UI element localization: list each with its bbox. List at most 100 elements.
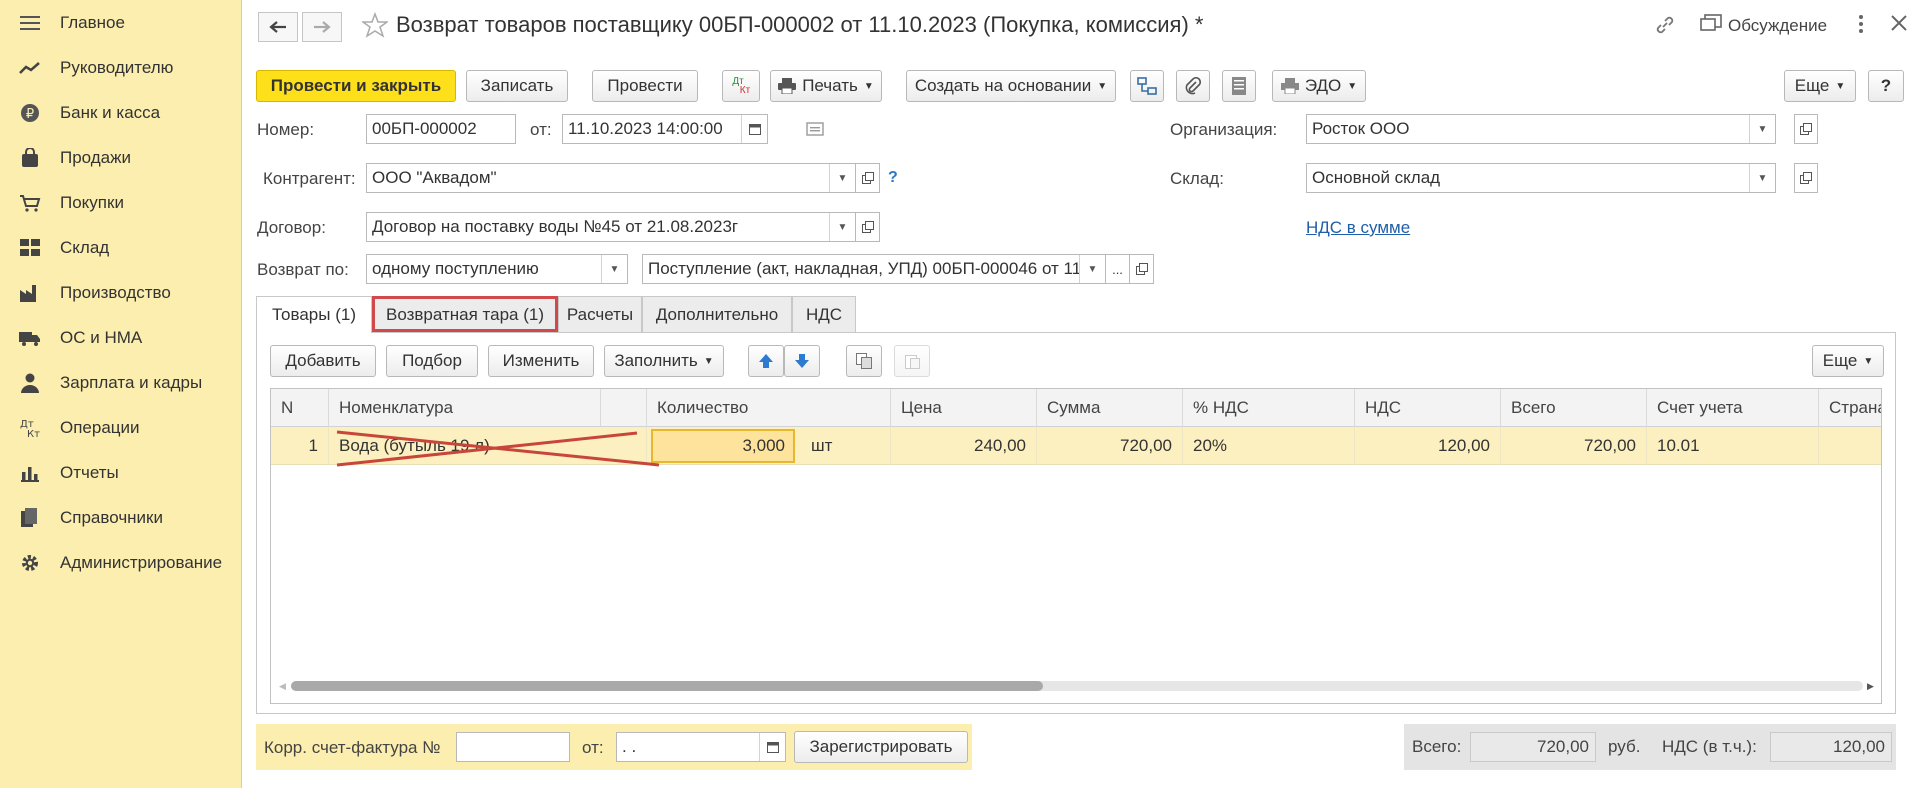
post-button[interactable]: Провести [592, 70, 698, 102]
link-icon[interactable] [1654, 14, 1676, 36]
discussion-label[interactable]: Обсуждение [1728, 16, 1827, 36]
contract-open-button[interactable] [856, 212, 880, 242]
cell-account[interactable]: 10.01 [1647, 427, 1819, 465]
forward-button[interactable] [302, 12, 342, 42]
structure-button[interactable] [1130, 70, 1164, 102]
cell-total[interactable]: 720,00 [1501, 427, 1647, 465]
add-button[interactable]: Добавить [270, 345, 376, 377]
back-button[interactable] [258, 12, 298, 42]
dt-kt-button[interactable]: Дт Кт [722, 70, 760, 102]
pick-button[interactable]: Подбор [386, 345, 478, 377]
receipt-field[interactable]: Поступление (акт, накладная, УПД) 00БП-0… [642, 254, 1106, 284]
journal-button[interactable] [1222, 70, 1256, 102]
number-field[interactable]: 00БП-000002 [366, 114, 516, 144]
column-header-price[interactable]: Цена [891, 389, 1037, 427]
return-by-field[interactable]: одному поступлению ▼ [366, 254, 628, 284]
column-header-sum[interactable]: Сумма [1037, 389, 1183, 427]
move-up-button[interactable] [748, 345, 784, 377]
return-by-label: Возврат по: [257, 260, 349, 279]
cell-vat-rate[interactable]: 20% [1183, 427, 1355, 465]
chevron-down-icon[interactable]: ▼ [829, 213, 855, 241]
counterparty-help[interactable]: ? [888, 169, 898, 187]
close-icon[interactable] [1890, 14, 1908, 32]
cell-country[interactable] [1819, 427, 1881, 465]
sidebar-item-bank[interactable]: ₽ Банк и касса [0, 93, 242, 133]
cell-vat[interactable]: 120,00 [1355, 427, 1501, 465]
tab-goods[interactable]: Товары (1) [256, 296, 372, 333]
sidebar-item-reports[interactable]: Отчеты [0, 453, 242, 493]
horizontal-scrollbar[interactable] [291, 681, 1863, 691]
scroll-left-icon[interactable]: ◀ [279, 681, 286, 692]
organization-open-button[interactable] [1794, 114, 1818, 144]
edo-button[interactable]: ЭДО ▼ [1272, 70, 1366, 102]
sidebar-item-warehouse[interactable]: Склад [0, 228, 242, 268]
favorite-star-icon[interactable] [360, 11, 390, 43]
counterparty-field[interactable]: ООО "Аквадом" ▼ [366, 163, 856, 193]
help-button[interactable]: ? [1868, 70, 1904, 102]
vat-total-field: 120,00 [1770, 732, 1892, 762]
cell-qty-input[interactable]: 3,000 [651, 429, 795, 463]
column-header-country[interactable]: Страна [1819, 389, 1881, 427]
chevron-down-icon[interactable]: ▼ [1749, 164, 1775, 192]
save-button[interactable]: Записать [466, 70, 568, 102]
attach-button[interactable] [1176, 70, 1210, 102]
sidebar-item-purchases[interactable]: Покупки [0, 183, 242, 223]
invoice-date-field[interactable]: . . [616, 732, 786, 762]
cell-price[interactable]: 240,00 [891, 427, 1037, 465]
warehouse-field[interactable]: Основной склад ▼ [1306, 163, 1776, 193]
chevron-down-icon[interactable]: ▼ [601, 255, 627, 283]
print-button[interactable]: Печать ▼ [770, 70, 882, 102]
calendar-icon[interactable] [741, 115, 767, 143]
discussion-icon[interactable] [1700, 14, 1722, 34]
chevron-down-icon[interactable]: ▼ [829, 164, 855, 192]
cell-sum[interactable]: 720,00 [1037, 427, 1183, 465]
tab-vat[interactable]: НДС [792, 296, 856, 332]
dt-kt-icon: Дт Кт [18, 416, 42, 440]
receipt-select-button[interactable]: ... [1106, 254, 1130, 284]
column-header-vat-rate[interactable]: % НДС [1183, 389, 1355, 427]
warehouse-open-button[interactable] [1794, 163, 1818, 193]
column-header-vat[interactable]: НДС [1355, 389, 1501, 427]
column-header-account[interactable]: Счет учета [1647, 389, 1819, 427]
arrow-up-icon [759, 354, 773, 368]
tab-settlements[interactable]: Расчеты [558, 296, 642, 332]
more-button[interactable]: Еще ▼ [1784, 70, 1856, 102]
scroll-right-icon[interactable]: ▶ [1867, 681, 1874, 692]
sidebar-item-operations[interactable]: Дт Кт Операции [0, 408, 242, 448]
sidebar-item-main[interactable]: Главное [0, 3, 242, 43]
comment-icon[interactable] [806, 121, 824, 142]
tab-additional[interactable]: Дополнительно [642, 296, 792, 332]
edit-button[interactable]: Изменить [488, 345, 594, 377]
sidebar-item-label: Главное [60, 13, 125, 32]
create-based-on-button[interactable]: Создать на основании ▼ [906, 70, 1116, 102]
calendar-icon[interactable] [759, 733, 785, 761]
organization-field[interactable]: Росток ООО ▼ [1306, 114, 1776, 144]
counterparty-open-button[interactable] [856, 163, 880, 193]
table-more-button[interactable]: Еще ▼ [1812, 345, 1884, 377]
sidebar-item-sales[interactable]: Продажи [0, 138, 242, 178]
sidebar-item-manager[interactable]: Руководителю [0, 48, 242, 88]
register-button[interactable]: Зарегистрировать [794, 731, 968, 763]
move-down-button[interactable] [784, 345, 820, 377]
sidebar-item-salary[interactable]: Зарплата и кадры [0, 363, 242, 403]
sidebar-item-assets[interactable]: ОС и НМА [0, 318, 242, 358]
invoice-number-field[interactable] [456, 732, 570, 762]
more-vertical-icon[interactable] [1858, 14, 1864, 34]
column-header-qty[interactable]: Количество [647, 389, 891, 427]
sidebar-item-admin[interactable]: Администрирование [0, 543, 242, 583]
chevron-down-icon[interactable]: ▼ [1079, 255, 1105, 283]
copy-button[interactable] [846, 345, 882, 377]
sidebar-item-references[interactable]: Справочники [0, 498, 242, 538]
contract-field[interactable]: Договор на поставку воды №45 от 21.08.20… [366, 212, 856, 242]
sidebar-item-production[interactable]: Производство [0, 273, 242, 313]
tab-returnable-packaging[interactable]: Возвратная тара (1) [372, 296, 558, 332]
scrollbar-thumb[interactable] [291, 681, 1043, 691]
receipt-open-button[interactable] [1130, 254, 1154, 284]
paste-button[interactable] [894, 345, 930, 377]
date-field[interactable]: 11.10.2023 14:00:00 [562, 114, 768, 144]
fill-button[interactable]: Заполнить ▼ [604, 345, 724, 377]
chevron-down-icon[interactable]: ▼ [1749, 115, 1775, 143]
vat-in-sum-link[interactable]: НДС в сумме [1306, 218, 1410, 238]
post-and-close-button[interactable]: Провести и закрыть [256, 70, 456, 102]
column-header-total[interactable]: Всего [1501, 389, 1647, 427]
